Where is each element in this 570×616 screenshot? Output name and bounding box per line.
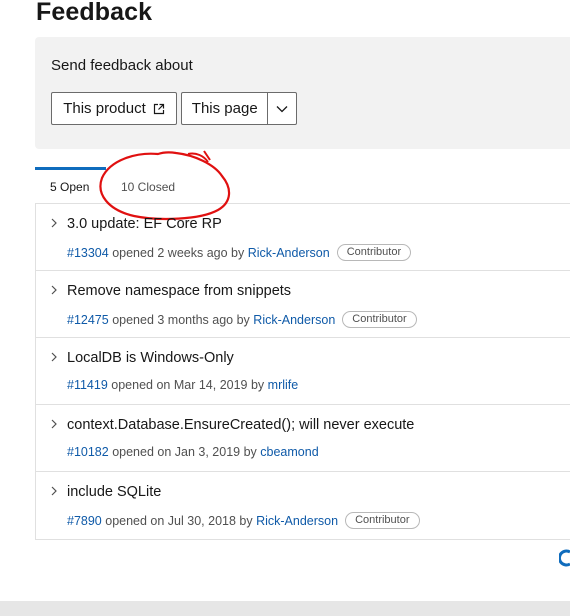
issue-tabs: 5 Open 10 Closed bbox=[35, 167, 570, 204]
issue-meta: #7890 opened on Jul 30, 2018 by Rick-And… bbox=[67, 512, 420, 529]
issue-list: 3.0 update: EF Core RP #13304 opened 2 w… bbox=[35, 204, 570, 540]
issue-opened-text: opened on Jul 30, 2018 by bbox=[105, 513, 253, 528]
tab-closed[interactable]: 10 Closed bbox=[121, 180, 175, 194]
chevron-down-icon[interactable] bbox=[268, 93, 296, 124]
issue-author-link[interactable]: Rick-Anderson bbox=[253, 313, 335, 327]
issue-meta: #10182 opened on Jan 3, 2019 by cbeamond bbox=[67, 445, 319, 459]
chevron-right-icon[interactable] bbox=[49, 486, 59, 496]
chevron-right-icon[interactable] bbox=[49, 419, 59, 429]
issue-row[interactable]: 3.0 update: EF Core RP #13304 opened 2 w… bbox=[36, 204, 570, 271]
issue-number-link[interactable]: #12475 bbox=[67, 313, 109, 327]
issue-number-link[interactable]: #10182 bbox=[67, 445, 109, 459]
issue-number-link[interactable]: #7890 bbox=[67, 514, 102, 528]
contributor-badge: Contributor bbox=[342, 311, 417, 328]
issue-meta: #12475 opened 3 months ago by Rick-Ander… bbox=[67, 311, 417, 328]
send-feedback-label: Send feedback about bbox=[51, 57, 193, 74]
issue-row[interactable]: Remove namespace from snippets #12475 op… bbox=[36, 271, 570, 338]
chevron-right-icon[interactable] bbox=[49, 352, 59, 362]
issue-title[interactable]: include SQLite bbox=[67, 484, 161, 500]
page-title: Feedback bbox=[36, 0, 153, 26]
issue-title[interactable]: context.Database.EnsureCreated(); will n… bbox=[67, 417, 414, 433]
issue-row[interactable]: LocalDB is Windows-Only #11419 opened on… bbox=[36, 338, 570, 405]
footer-bar bbox=[0, 601, 570, 616]
issue-number-link[interactable]: #11419 bbox=[67, 378, 108, 392]
issue-author-link[interactable]: Rick-Anderson bbox=[256, 514, 338, 528]
send-feedback-panel: Send feedback about This product This pa… bbox=[35, 37, 570, 149]
issue-author-link[interactable]: mrlife bbox=[268, 378, 299, 392]
issue-opened-text: opened on Mar 14, 2019 by bbox=[111, 378, 265, 392]
issue-meta: #11419 opened on Mar 14, 2019 by mrlife bbox=[67, 378, 298, 392]
this-product-label: This product bbox=[63, 100, 146, 117]
issue-opened-text: opened on Jan 3, 2019 by bbox=[112, 445, 257, 459]
issue-meta: #13304 opened 2 weeks ago by Rick-Anders… bbox=[67, 244, 412, 261]
external-link-icon bbox=[153, 103, 164, 114]
chevron-right-icon[interactable] bbox=[49, 218, 59, 228]
issue-author-link[interactable]: cbeamond bbox=[260, 445, 318, 459]
this-page-label[interactable]: This page bbox=[182, 93, 269, 124]
issue-title[interactable]: 3.0 update: EF Core RP bbox=[67, 216, 222, 232]
issue-title[interactable]: Remove namespace from snippets bbox=[67, 283, 291, 299]
loading-spinner-icon bbox=[559, 549, 570, 567]
this-product-button[interactable]: This product bbox=[51, 92, 177, 125]
issue-number-link[interactable]: #13304 bbox=[67, 246, 109, 260]
tab-open[interactable]: 5 Open bbox=[50, 180, 89, 194]
issue-row[interactable]: include SQLite #7890 opened on Jul 30, 2… bbox=[36, 472, 570, 539]
issue-opened-text: opened 2 weeks ago by bbox=[112, 245, 245, 260]
issue-author-link[interactable]: Rick-Anderson bbox=[248, 246, 330, 260]
issue-opened-text: opened 3 months ago by bbox=[112, 312, 250, 327]
contributor-badge: Contributor bbox=[336, 244, 412, 261]
chevron-right-icon[interactable] bbox=[49, 285, 59, 295]
issue-title[interactable]: LocalDB is Windows-Only bbox=[67, 350, 234, 366]
contributor-badge: Contributor bbox=[345, 512, 420, 529]
this-page-button[interactable]: This page bbox=[181, 92, 297, 125]
active-tab-indicator bbox=[35, 167, 106, 170]
issue-row[interactable]: context.Database.EnsureCreated(); will n… bbox=[36, 405, 570, 472]
